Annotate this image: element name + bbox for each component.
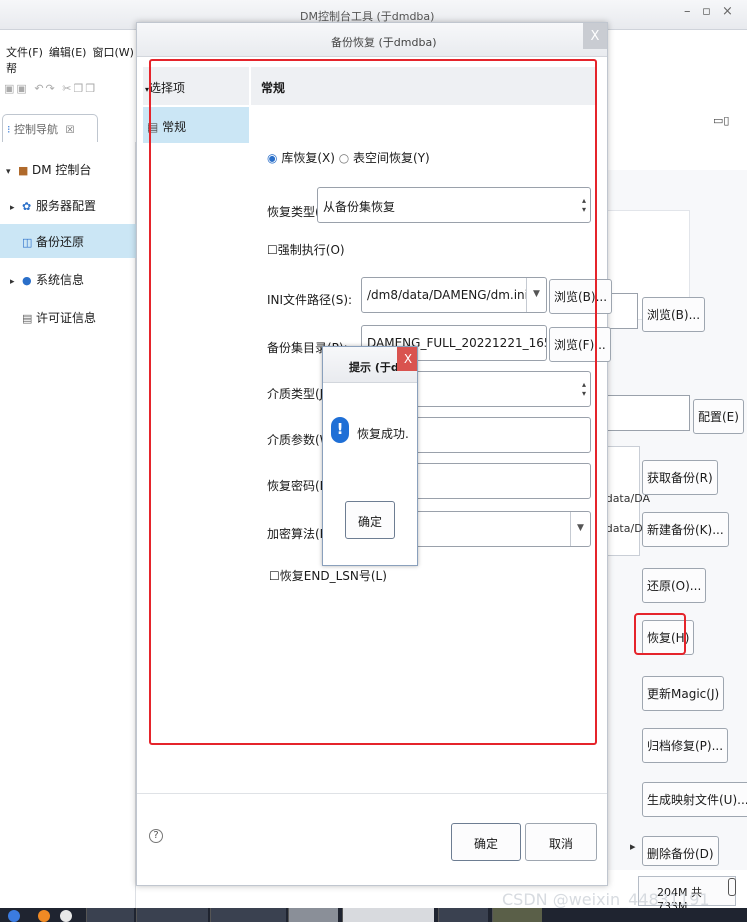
tree-item-backup-restore[interactable]: ◫ 备份还原 xyxy=(0,224,136,258)
taskbar-item[interactable] xyxy=(210,908,286,922)
update-magic-button[interactable]: 更新Magic(J) xyxy=(642,676,725,711)
minimize-icon[interactable]: – xyxy=(684,4,691,19)
delete-backup-button[interactable]: 删除备份(D) xyxy=(642,836,719,866)
ok-button[interactable]: 确定 xyxy=(451,823,521,861)
message-box: 提示 (于d X ! 恢复成功. 确定 xyxy=(322,346,418,566)
save-all-icon[interactable]: ▣ xyxy=(16,82,28,95)
menu-bar: 文件(F) 编辑(E) 窗口(W) 帮 xyxy=(0,44,140,75)
gear-icon: ✿ xyxy=(22,200,32,213)
close-tab-icon[interactable]: ☒ xyxy=(66,125,75,136)
message-close-button[interactable]: X xyxy=(397,347,417,371)
tree-item-server-config[interactable]: ▸ ✿ 服务器配置 xyxy=(0,188,136,222)
document-icon: ▤ xyxy=(22,312,33,325)
watermark: CSDN @weixin_44831191 xyxy=(502,890,710,909)
recover-button-highlight xyxy=(634,613,686,655)
restore-icon[interactable]: ▫ xyxy=(702,4,711,19)
menu-edit[interactable]: 编辑(E) xyxy=(49,44,87,60)
cancel-button[interactable]: 取消 xyxy=(525,823,597,861)
copy-icon[interactable]: ❐ xyxy=(73,82,85,95)
collapse-icon[interactable]: ▸ xyxy=(10,277,22,287)
taskbar-item[interactable] xyxy=(288,908,338,922)
tree-root-dm-console[interactable]: ▾ ■ DM 控制台 xyxy=(0,152,136,186)
minimize-view-icon[interactable]: ▭▯ xyxy=(713,114,729,127)
info-icon: ! xyxy=(331,417,349,443)
config-button[interactable]: 配置(E) xyxy=(693,399,744,434)
browse-button[interactable]: 浏览(B)... xyxy=(642,297,706,332)
toolbar: ▣▣ ↶↷ ✂❐❒ xyxy=(4,82,136,100)
taskbar-item[interactable] xyxy=(492,908,542,922)
dialog-title: 备份恢复 (于dmdba) xyxy=(331,36,437,49)
collapse-icon[interactable]: ▸ xyxy=(10,203,22,213)
message-text: 恢复成功. xyxy=(357,427,409,441)
message-title: 提示 (于d xyxy=(349,361,399,374)
taskbar-item[interactable] xyxy=(342,908,434,922)
app-icon[interactable] xyxy=(60,910,72,922)
dialog-close-button[interactable]: X xyxy=(583,23,607,49)
taskbar-item[interactable] xyxy=(438,908,488,922)
generate-map-file-button[interactable]: 生成映射文件(U)... xyxy=(642,782,747,817)
message-title-bar: 提示 (于d X xyxy=(323,347,417,383)
dialog-divider xyxy=(137,793,607,794)
dialog-title-bar: 备份恢复 (于dmdba) X xyxy=(137,23,607,57)
tree-item-license-info[interactable]: ▤ 许可证信息 xyxy=(0,300,136,334)
menu-window[interactable]: 窗口(W) xyxy=(92,44,133,60)
paste-icon[interactable]: ❒ xyxy=(85,82,97,95)
save-icon[interactable]: ▣ xyxy=(4,82,16,95)
tab-control-navigation[interactable]: ⁝ 控制导航 ☒ xyxy=(2,114,98,142)
taskbar-item[interactable] xyxy=(136,908,208,922)
menu-file[interactable]: 文件(F) xyxy=(6,44,43,60)
message-ok-button[interactable]: 确定 xyxy=(345,501,395,539)
get-backup-button[interactable]: 获取备份(R) xyxy=(642,460,718,495)
app-icon[interactable] xyxy=(8,910,20,922)
expand-icon[interactable]: ▾ xyxy=(6,167,18,177)
app-icon[interactable] xyxy=(38,910,50,922)
scroll-right-icon[interactable]: ▸ xyxy=(630,840,636,853)
help-icon[interactable]: ? xyxy=(149,829,163,843)
restore-button[interactable]: 还原(O)... xyxy=(642,568,707,603)
nav-tab-label: 控制导航 xyxy=(14,123,58,136)
menu-help[interactable]: 帮 xyxy=(6,60,17,76)
tree-item-system-info[interactable]: ▸ ● 系统信息 xyxy=(0,262,136,296)
redo-icon[interactable]: ↷ xyxy=(46,82,57,95)
navigation-panel: ▾ ■ DM 控制台 ▸ ✿ 服务器配置 ◫ 备份还原 ▸ ● 系统信息 ▤ 许可证信息 xyxy=(0,142,136,922)
navigation-icon: ⁝ xyxy=(7,123,11,136)
close-icon[interactable]: × xyxy=(722,4,733,19)
info-icon: ● xyxy=(22,274,32,287)
new-backup-button[interactable]: 新建备份(K)... xyxy=(642,512,729,547)
taskbar-item[interactable] xyxy=(86,908,134,922)
cut-icon[interactable]: ✂ xyxy=(62,82,73,95)
archive-repair-button[interactable]: 归档修复(P)... xyxy=(642,728,729,763)
status-indicator-icon xyxy=(728,878,736,896)
undo-icon[interactable]: ↶ xyxy=(34,82,45,95)
backup-icon: ◫ xyxy=(22,236,33,249)
database-icon: ■ xyxy=(18,164,29,177)
taskbar xyxy=(0,908,747,922)
